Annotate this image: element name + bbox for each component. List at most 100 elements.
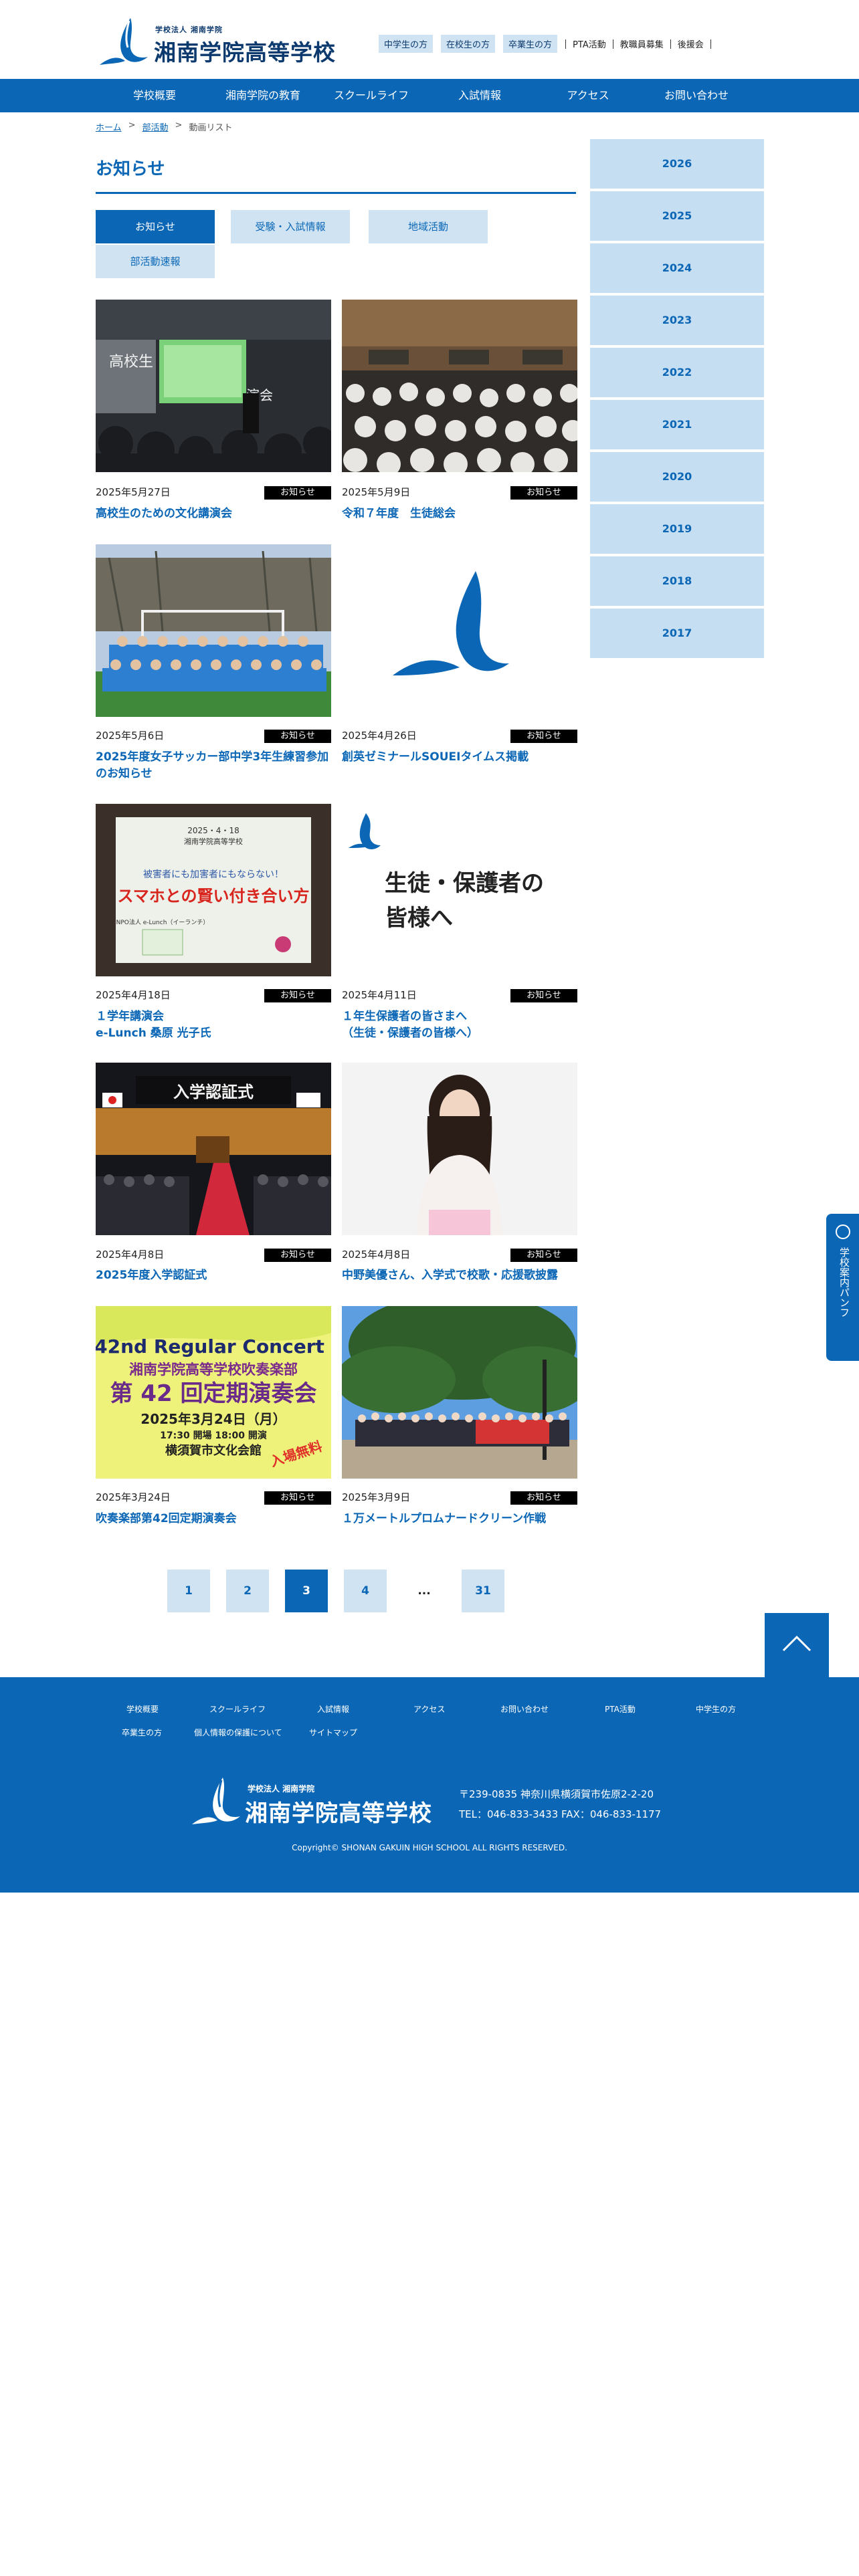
category-tab-community[interactable]: 地域活動 [369,210,488,243]
post-thumbnail[interactable]: 生徒・保護者の 皆様へ [342,804,577,976]
breadcrumb-separator: > [128,120,136,130]
post-category-badge: お知らせ [264,989,331,1002]
footer-nav-link[interactable]: スクールライフ [209,1703,266,1715]
sail-logo-icon [100,18,148,65]
footer-logo-title: 湘南学院高等学校 [245,1800,432,1827]
post-thumbnail[interactable] [342,544,577,717]
sail-logo-icon [192,1778,240,1824]
post-date: 2025年4月26日 [342,730,417,742]
footer-phone: TEL：046-833-3433 FAX：046-833-1177 [459,1808,662,1820]
chevron-up-icon [782,1635,812,1652]
post-title-link[interactable]: １学年講演会 e-Lunch 桑原 光子氏 [96,1008,331,1042]
post-title-link[interactable]: 2025年度入学認証式 [96,1267,331,1284]
year-archive-link[interactable]: 2025 [590,191,764,241]
post-date: 2025年5月27日 [96,486,171,498]
back-to-top-button[interactable] [765,1613,829,1677]
pagination-ellipsis: ... [417,1584,431,1598]
breadcrumb: ホーム > 部活動 > 動画リスト [96,120,232,133]
year-archive-link[interactable]: 2023 [590,296,764,345]
notice-line: 生徒・保護者の [385,870,544,897]
year-archive-link[interactable]: 2021 [590,400,764,449]
post-title-link[interactable]: 2025年度女子サッカー部中学3年生練習参加のお知らせ [96,749,331,782]
poster-school: 湘南学院高等学校吹奏楽部 [129,1362,298,1378]
lecture-photo: 高校生 演会 [96,300,331,472]
title-underline [96,192,576,194]
post-category-badge: お知らせ [510,486,577,500]
top-link-pta[interactable]: PTA活動 [573,37,606,50]
footer-nav-link[interactable]: 入試情報 [317,1703,349,1715]
top-link-supporters[interactable]: 後援会 [678,37,704,50]
footer-nav-link[interactable]: PTA活動 [605,1703,636,1715]
nav-admissions[interactable]: 入試情報 [425,79,534,112]
ceremony-banner: 入学認証式 [173,1082,254,1101]
post-title-link[interactable]: 創英ゼミナールSOUEIタイムス掲載 [342,749,577,766]
breadcrumb-home[interactable]: ホーム [96,120,122,133]
year-archive-link[interactable]: 2024 [590,243,764,293]
assembly-photo [342,300,577,472]
year-archive-link[interactable]: 2026 [590,139,764,189]
cleanup-group-photo [342,1306,577,1479]
nav-contact[interactable]: お問い合わせ [642,79,751,112]
year-archive-link[interactable]: 2017 [590,609,764,658]
top-link-recruitment[interactable]: 教職員募集 [620,37,664,50]
post-category-badge: お知らせ [510,1249,577,1262]
post-title-link[interactable]: １万メートルプロムナードクリーン作戦 [342,1511,577,1527]
pagination-last-page[interactable]: 31 [462,1570,504,1612]
footer-nav-link[interactable]: お問い合わせ [500,1703,549,1715]
logo-title: 湘南学院高等学校 [154,39,336,66]
category-tab-admissions[interactable]: 受験・入試情報 [231,210,350,243]
year-archive-link[interactable]: 2022 [590,348,764,397]
post-title-link[interactable]: １年生保護者の皆さまへ （生徒・保護者の皆様へ） [342,1008,577,1042]
post-category-badge: お知らせ [510,730,577,743]
portrait-photo [342,1063,577,1235]
post-thumbnail[interactable]: 42nd Regular Concert 湘南学院高等学校吹奏楽部 第 42 回… [96,1306,331,1479]
post-thumbnail[interactable] [342,1063,577,1235]
footer-nav-link[interactable]: サイトマップ [309,1727,357,1738]
nav-about[interactable]: 学校概要 [100,79,209,112]
post-title-link[interactable]: 中野美優さん、入学式で校歌・応援歌披露 [342,1267,577,1284]
breadcrumb-section[interactable]: 部活動 [142,120,169,133]
post-category-badge: お知らせ [510,989,577,1002]
nav-access[interactable]: アクセス [534,79,642,112]
year-archive-link[interactable]: 2018 [590,556,764,606]
slide-school: 湘南学院高等学校 [184,837,243,846]
footer-nav-link[interactable]: 中学生の方 [696,1703,736,1715]
post-thumbnail[interactable] [342,300,577,472]
footer-nav-link[interactable]: 個人情報の保護について [194,1727,282,1738]
notice-line: 皆様へ [385,905,453,932]
post-thumbnail[interactable] [342,1306,577,1479]
year-archive-link[interactable]: 2019 [590,504,764,554]
footer-nav-link[interactable]: 卒業生の方 [122,1727,162,1738]
divider [670,39,671,49]
pamphlet-side-tab[interactable]: 学校案内パンフ [826,1214,859,1361]
post-thumbnail[interactable]: 高校生 演会 [96,300,331,472]
top-link-junior-high[interactable]: 中学生の方 [379,35,434,53]
top-link-current-students[interactable]: 在校生の方 [441,35,496,53]
pagination-page[interactable]: 1 [167,1570,210,1612]
post-thumbnail[interactable] [96,544,331,717]
year-archive-link[interactable]: 2020 [590,452,764,502]
footer-nav-link[interactable]: アクセス [413,1703,445,1715]
slide-date: 2025・4・18 [187,826,239,835]
category-tab-club-news[interactable]: 部活動速報 [96,245,215,278]
pagination-current-page[interactable]: 3 [285,1570,328,1612]
nav-school-life[interactable]: スクールライフ [317,79,425,112]
poster-heading: 42nd Regular Concert [96,1335,324,1358]
slide-main-title: スマホとの賢い付き合い方 [117,887,309,905]
pagination-page[interactable]: 4 [344,1570,387,1612]
post-title-link[interactable]: 吹奏楽部第42回定期演奏会 [96,1511,331,1527]
slide-text: 高校生 [109,354,153,370]
top-link-graduates[interactable]: 卒業生の方 [503,35,558,53]
category-tab-news[interactable]: お知らせ [96,210,215,243]
post-thumbnail[interactable]: 入学認証式 [96,1063,331,1235]
post-date: 2025年3月9日 [342,1491,411,1503]
footer-nav-link[interactable]: 学校概要 [126,1703,159,1715]
post-date: 2025年3月24日 [96,1491,171,1503]
pagination-page[interactable]: 2 [226,1570,269,1612]
logo-subtitle: 学校法人 湘南学院 [155,25,223,34]
post-date: 2025年5月9日 [342,486,411,498]
post-title-link[interactable]: 高校生のための文化講演会 [96,506,331,522]
post-title-link[interactable]: 令和７年度 生徒総会 [342,506,577,522]
post-thumbnail[interactable]: 2025・4・18 湘南学院高等学校 被害者にも加害者にもならない！ スマホとの… [96,804,331,976]
nav-education[interactable]: 湘南学院の教育 [209,79,317,112]
